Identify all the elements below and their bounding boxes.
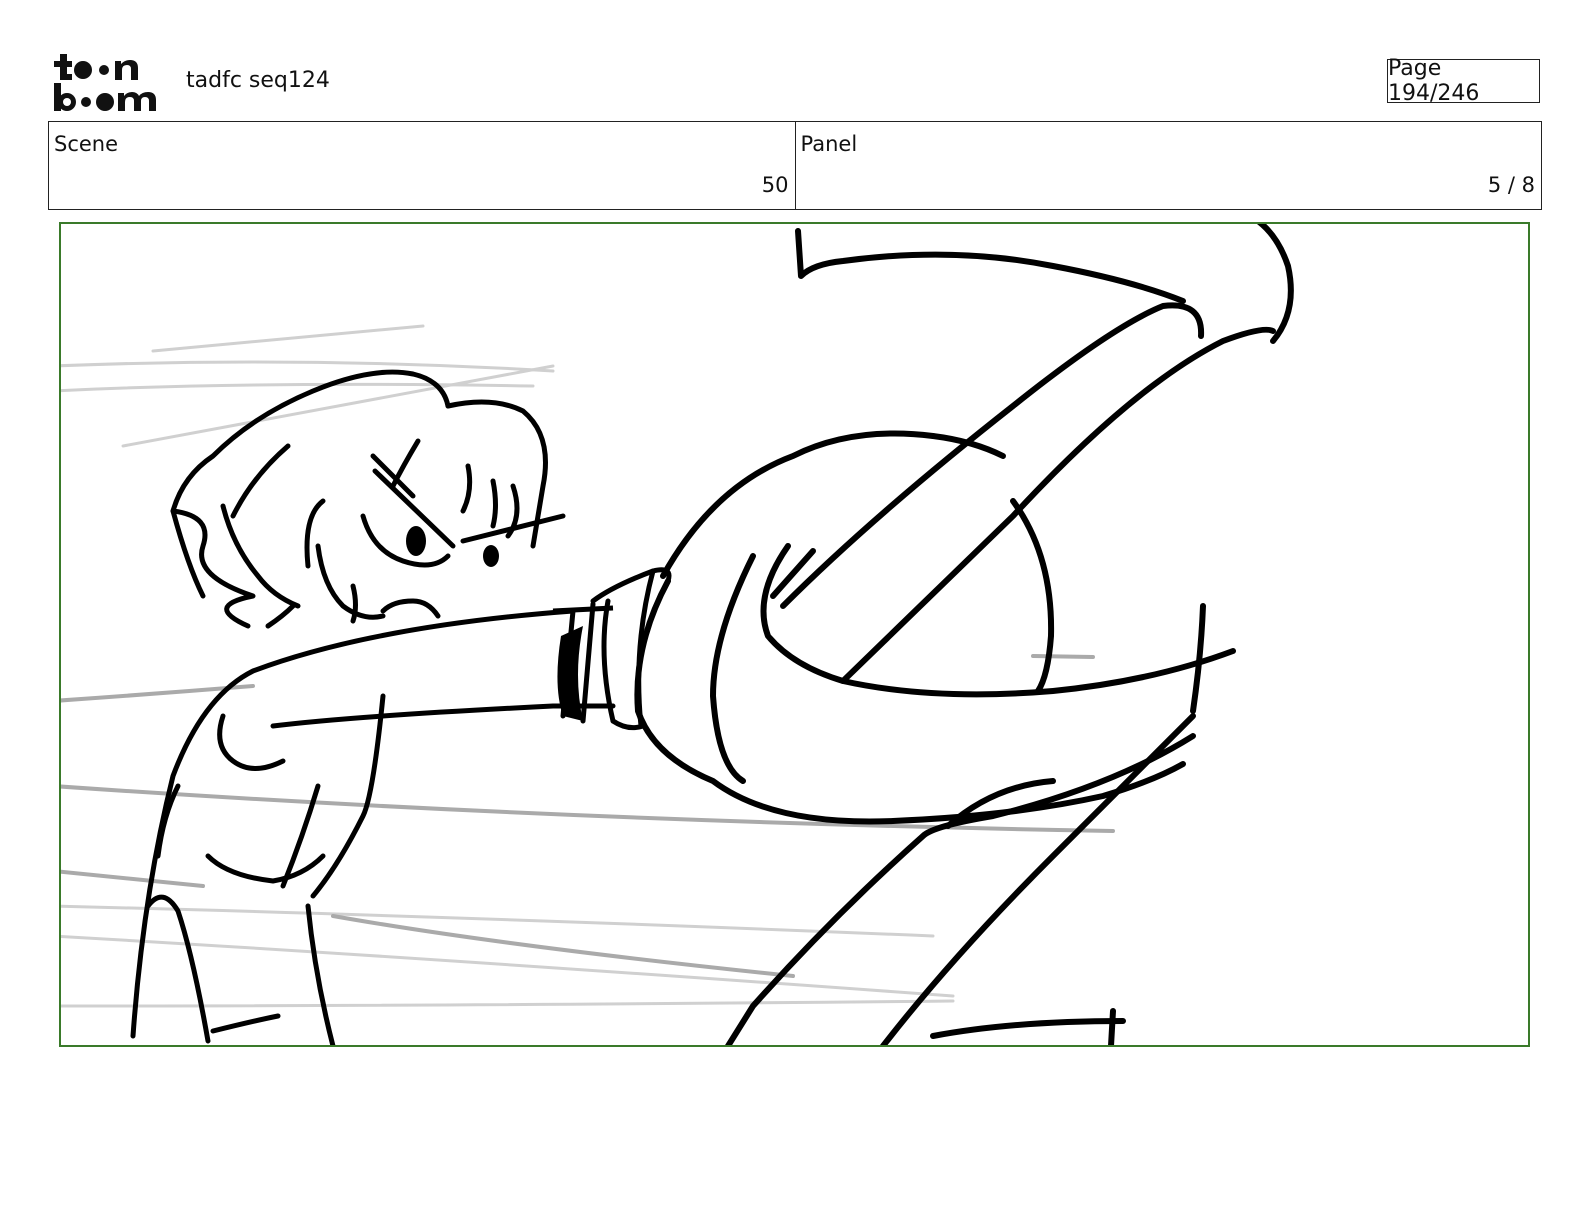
storyboard-sketch [61,224,1294,1045]
panel-label: Panel [800,132,858,156]
arm-seam [552,605,614,614]
scene-label: Scene [54,132,119,156]
cuff-shadow [557,626,583,721]
panel-value: 5 / 8 [1487,173,1535,197]
toon-boom-logo [54,54,156,111]
scene-panel-info: Scene 50 Panel 5 / 8 [48,121,1542,210]
scene-value: 50 [761,173,789,197]
arm-sketch [130,608,616,1045]
scene-cell: Scene 50 [49,122,795,209]
project-title: tadfc seq124 [186,68,330,93]
page-indicator: Page 194/246 [1387,56,1540,106]
speed-lines [61,324,955,1008]
fist-sketch [634,224,1294,1045]
character-sketch [170,369,566,629]
panel-cell: Panel 5 / 8 [794,122,1542,209]
storyboard-panel [59,222,1530,1047]
